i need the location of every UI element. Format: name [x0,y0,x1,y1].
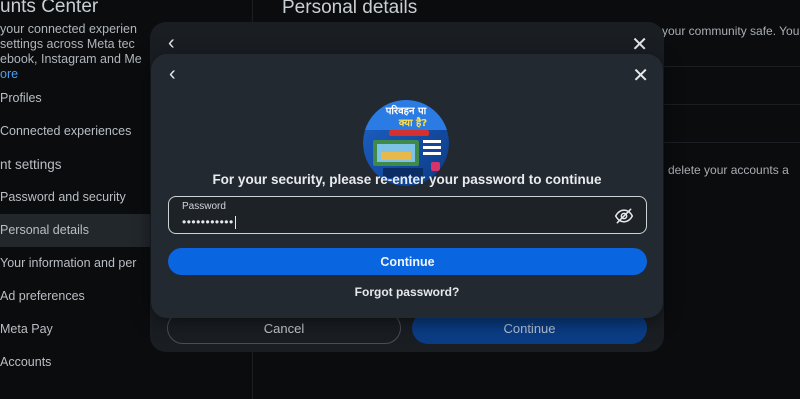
password-value: ••••••••••• [182,215,234,229]
accounts-center-description: your connected experien settings across … [0,22,160,82]
avatar-text: परिवहन पा [385,104,427,117]
password-field[interactable]: Password ••••••••••• [168,196,647,234]
personal-details-text: your community safe. You [662,24,800,38]
learn-more-link[interactable]: ore [0,67,160,82]
accounts-center-title: unts Center [0,0,99,17]
close-icon[interactable]: ✕ [632,63,649,88]
avatar-text: क्या है? [398,116,428,129]
personal-details-heading: Personal details [282,0,418,18]
deactivation-text: delete your accounts a [668,163,789,177]
continue-button[interactable]: Continue [168,248,647,275]
description-line: your connected experien [0,22,137,36]
password-label: Password [182,201,226,212]
forgot-password-link[interactable]: Forgot password? [151,285,663,299]
description-line: ebook, Instagram and Me [0,52,142,66]
description-line: settings across Meta tec [0,37,135,51]
row-divider [662,142,800,143]
eye-off-icon[interactable] [614,206,634,226]
reenter-password-dialog: ‹ ✕ परिवहन पा क्या है? For your security… [151,54,663,318]
security-prompt: For your security, please re-enter your … [212,172,602,187]
password-input[interactable]: ••••••••••• [182,215,236,230]
text-cursor [234,216,236,230]
row-divider [662,66,800,67]
back-icon[interactable]: ‹ [169,63,176,86]
row-divider [662,104,800,105]
back-icon[interactable]: ‹ [168,32,175,55]
